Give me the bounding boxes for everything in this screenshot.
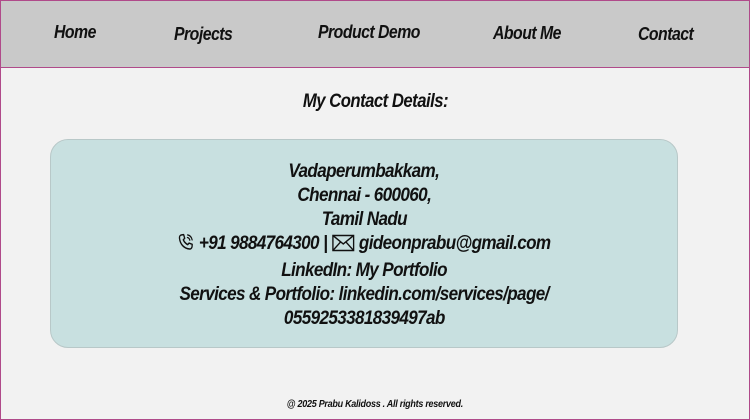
contact-details: Vadaperumbakkam, Chennai - 600060, Tamil… <box>51 160 677 331</box>
nav-projects-link[interactable]: Projects <box>174 24 233 45</box>
nav-about-me-link[interactable]: About Me <box>493 23 561 44</box>
address-line-1: Vadaperumbakkam, <box>288 161 440 182</box>
linkedin-portfolio-link[interactable]: My Portfolio <box>356 260 448 281</box>
contact-card: Vadaperumbakkam, Chennai - 600060, Tamil… <box>50 139 678 348</box>
nav-product-demo-link[interactable]: Product Demo <box>318 22 420 43</box>
linkedin-line: LinkedIn: My Portfolio <box>51 259 677 283</box>
phone-icon <box>177 232 195 259</box>
phone-email-line: +91 9884764300 | gideonprabu@gmail.com <box>51 232 677 259</box>
email-link[interactable]: gideonprabu@gmail.com <box>359 233 551 254</box>
footer: @ 2025 Prabu Kalidoss . All rights reser… <box>0 399 750 410</box>
address-line-3: Tamil Nadu <box>321 209 407 230</box>
services-line: Services & Portfolio: linkedin.com/servi… <box>51 283 677 307</box>
phone-link[interactable]: +91 9884764300 <box>199 233 320 254</box>
phone-email-separator: | <box>323 233 328 254</box>
copyright-text: @ 2025 Prabu Kalidoss . All rights reser… <box>286 399 464 410</box>
services-line-continued: 0559253381839497ab <box>51 307 677 331</box>
linkedin-label: LinkedIn: <box>281 260 352 281</box>
top-navbar: Home Projects Product Demo About Me Cont… <box>0 0 750 68</box>
page-title: My Contact Details: <box>0 91 750 113</box>
mail-icon <box>332 234 355 259</box>
page-title-text: My Contact Details: <box>302 91 448 112</box>
address-line-2: Chennai - 600060, <box>297 185 431 206</box>
services-link-part2[interactable]: 0559253381839497ab <box>284 308 445 329</box>
services-link-part1[interactable]: linkedin.com/services/page/ <box>338 284 549 305</box>
nav-home-link[interactable]: Home <box>54 22 96 43</box>
nav-contact-link[interactable]: Contact <box>638 24 694 45</box>
services-label: Services & Portfolio: <box>179 284 335 305</box>
